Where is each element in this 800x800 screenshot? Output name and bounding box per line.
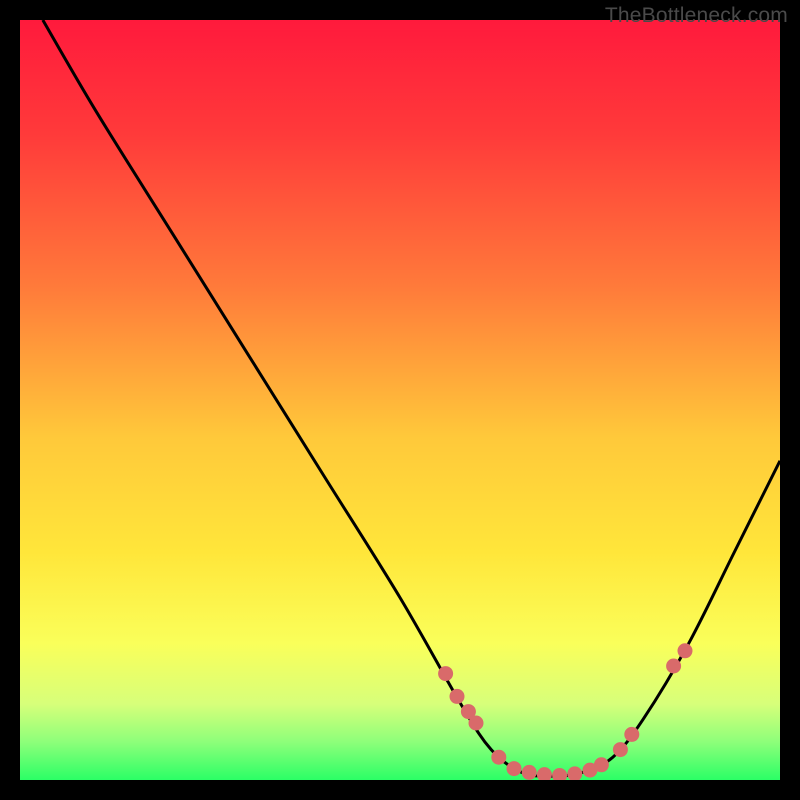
marker-point (450, 689, 465, 704)
marker-point (491, 750, 506, 765)
curve-layer (20, 20, 780, 780)
marker-point (624, 727, 639, 742)
marker-point (613, 742, 628, 757)
marker-point (567, 766, 582, 780)
marker-point (552, 768, 567, 780)
marker-point (469, 716, 484, 731)
marker-point (537, 767, 552, 780)
marker-point (666, 659, 681, 674)
chart-frame: TheBottleneck.com (0, 0, 800, 800)
plot-area (20, 20, 780, 780)
marker-point (678, 643, 693, 658)
marker-point (438, 666, 453, 681)
marker-point (522, 765, 537, 780)
marker-point (594, 757, 609, 772)
watermark-text: TheBottleneck.com (605, 4, 788, 28)
marker-group (438, 643, 692, 780)
marker-point (507, 761, 522, 776)
